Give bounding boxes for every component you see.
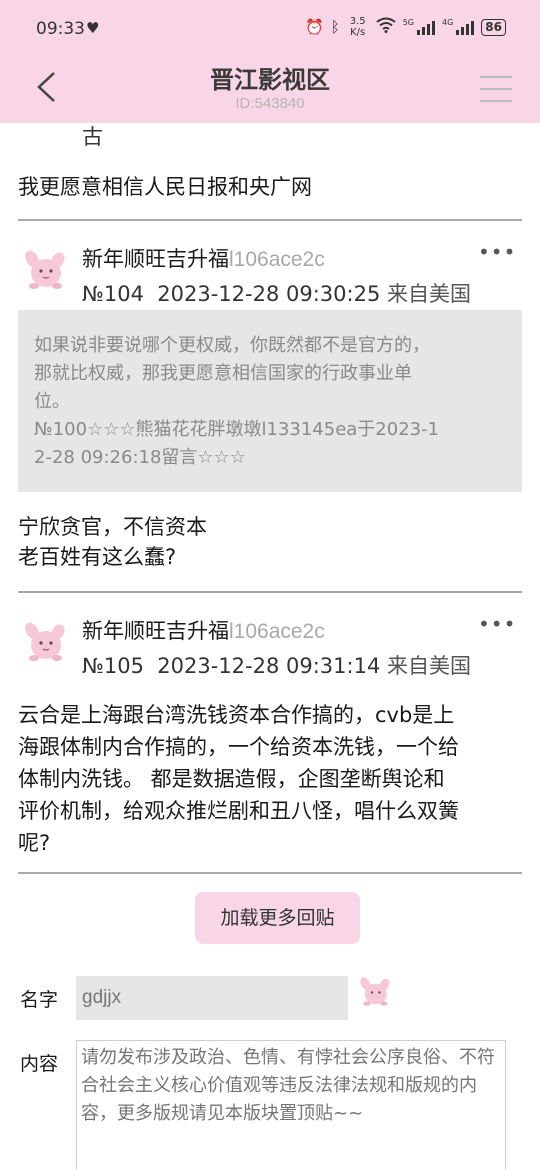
page-title: 晋江影视区	[210, 66, 330, 94]
post-author[interactable]: 新年顺旺吉升福l106ace2c	[82, 615, 325, 645]
user-avatar[interactable]	[22, 618, 68, 664]
name-input[interactable]	[76, 976, 348, 1020]
name-label: 名字	[20, 989, 59, 1011]
network-speed: 3.5 K/s	[349, 16, 366, 38]
bluetooth-icon: ᛒ	[330, 18, 340, 36]
post-text-tail: 古	[82, 125, 103, 149]
more-options-icon[interactable]: •••	[478, 612, 516, 636]
divider	[18, 872, 522, 874]
divider	[18, 219, 522, 221]
divider	[18, 591, 522, 593]
menu-icon[interactable]	[480, 76, 512, 102]
load-more-button[interactable]: 加载更多回贴	[195, 892, 360, 944]
wifi-icon	[376, 17, 396, 37]
post-body: 我更愿意相信人民日报和央广网	[18, 175, 312, 199]
user-avatar[interactable]	[22, 246, 68, 292]
user-avatar[interactable]	[358, 974, 392, 1008]
status-time: 09:33	[36, 19, 85, 39]
heart-icon: ♥	[86, 19, 100, 37]
post-body: 宁欣贪官，不信资本 老百姓有这么蠢?	[18, 515, 207, 569]
battery-icon: 86	[481, 18, 506, 36]
status-icons: ⏰ ᛒ 3.5 K/s 5G 4G 86	[305, 16, 506, 38]
content-input[interactable]	[76, 1040, 506, 1170]
board-id: ID:543840	[235, 95, 305, 112]
status-bar: 09:33 ♥ ⏰ ᛒ 3.5 K/s 5G 4G 86	[0, 0, 540, 60]
post-body: 云合是上海跟台湾洗钱资本合作搞的，cvb是上 海跟体制内合作搞的，一个给资本洗钱…	[18, 703, 459, 855]
app-header: 09:33 ♥ ⏰ ᛒ 3.5 K/s 5G 4G 86 晋江影视区 ID:543…	[0, 0, 540, 123]
post-meta: №105 2023-12-28 09:31:14 来自美国	[82, 654, 472, 678]
content-label: 内容	[20, 1053, 59, 1075]
post-author[interactable]: 新年顺旺吉升福l106ace2c	[82, 243, 325, 273]
alarm-icon: ⏰	[305, 18, 324, 36]
quoted-reply: 如果说非要说哪个更权威，你既然都不是官方的， 那就比权威，那我更愿意相信国家的行…	[18, 310, 522, 492]
signal-5g-icon: 5G	[403, 19, 435, 35]
signal-4g-icon: 4G	[442, 19, 475, 35]
more-options-icon[interactable]: •••	[478, 240, 516, 264]
post-meta: №104 2023-12-28 09:30:25 来自美国	[82, 282, 472, 306]
